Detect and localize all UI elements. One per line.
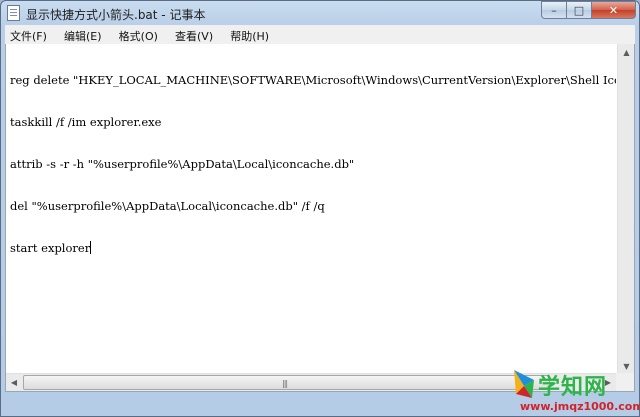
notepad-window: 显示快捷方式小箭头.bat - 记事本 – □ ✕ 文件(F) 编辑(E) 格式… — [0, 0, 640, 417]
watermark-title: 学知网 — [538, 375, 608, 400]
grip-icon: ||| — [282, 379, 288, 388]
text-caret — [90, 241, 92, 254]
watermark-url: www.jmqz1000.com — [520, 400, 640, 413]
close-button[interactable]: ✕ — [592, 1, 636, 19]
watermark: 学知网 www.jmqz1000.com — [510, 362, 640, 417]
text-line-content: start explorer — [10, 241, 91, 255]
editor-text[interactable]: reg delete "HKEY_LOCAL_MACHINE\SOFTWARE\… — [10, 45, 616, 391]
notepad-icon[interactable] — [7, 5, 20, 21]
text-line: attrib -s -r -h "%userprofile%\AppData\L… — [10, 157, 355, 171]
menu-edit[interactable]: 编辑(E) — [59, 26, 107, 43]
text-line: reg delete "HKEY_LOCAL_MACHINE\SOFTWARE\… — [10, 73, 616, 87]
scroll-up-icon[interactable]: ▲ — [619, 44, 634, 60]
minimize-button[interactable]: – — [541, 1, 567, 19]
maximize-button[interactable]: □ — [567, 1, 592, 19]
menu-file[interactable]: 文件(F) — [5, 26, 52, 43]
horizontal-scroll-thumb[interactable]: ||| — [23, 375, 550, 390]
menu-help[interactable]: 帮助(H) — [225, 26, 274, 43]
text-line: taskkill /f /im explorer.exe — [10, 115, 162, 129]
menu-format[interactable]: 格式(O) — [114, 26, 163, 43]
window-controls: – □ ✕ — [541, 1, 636, 19]
menu-bar: 文件(F) 编辑(E) 格式(O) 查看(V) 帮助(H) — [5, 25, 635, 45]
vertical-scrollbar[interactable]: ▲ ▼ — [617, 44, 634, 374]
title-bar[interactable]: 显示快捷方式小箭头.bat - 记事本 – □ ✕ — [1, 1, 639, 25]
menu-view[interactable]: 查看(V) — [170, 26, 218, 43]
text-line-last: start explorer — [10, 241, 616, 255]
scroll-left-icon[interactable]: ◀ — [6, 375, 22, 390]
window-title: 显示快捷方式小箭头.bat - 记事本 — [26, 8, 206, 22]
text-line: del "%userprofile%\AppData\Local\iconcac… — [10, 199, 325, 213]
text-editor[interactable]: reg delete "HKEY_LOCAL_MACHINE\SOFTWARE\… — [5, 44, 635, 392]
